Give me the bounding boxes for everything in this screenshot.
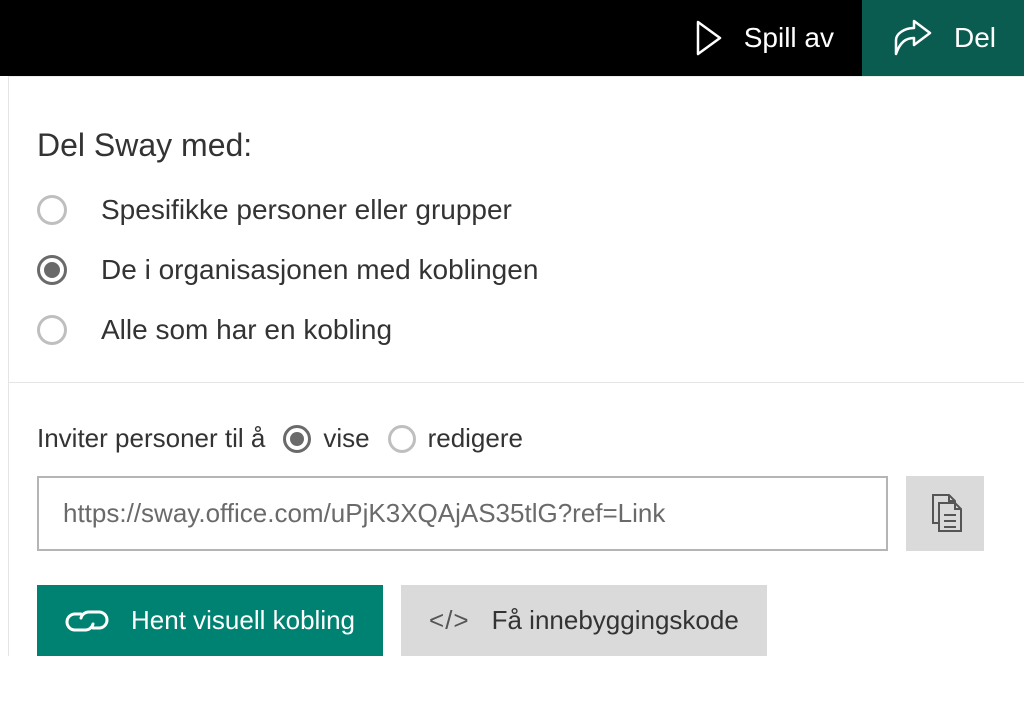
visual-link-label: Hent visuell kobling [131, 605, 355, 636]
share-link-input[interactable] [37, 476, 888, 551]
share-with-radio-group: Spesifikke personer eller grupper De i o… [37, 194, 1024, 346]
share-panel: Del Sway med: Spesifikke personer eller … [8, 76, 1024, 656]
radio-icon [388, 425, 416, 453]
share-arrow-icon [890, 18, 934, 58]
permission-view[interactable]: vise [283, 423, 369, 454]
topbar: Spill av Del [0, 0, 1024, 76]
radio-option-specific[interactable]: Spesifikke personer eller grupper [37, 194, 1024, 226]
permission-row: Inviter personer til å vise redigere [37, 423, 1024, 454]
action-row: Hent visuell kobling </> Få innebyggings… [37, 585, 1024, 656]
copy-link-button[interactable] [906, 476, 984, 551]
code-icon: </> [429, 605, 470, 636]
share-panel-title: Del Sway med: [37, 127, 1024, 164]
permission-edit[interactable]: redigere [388, 423, 523, 454]
radio-label: Alle som har en kobling [101, 314, 392, 346]
permission-edit-label: redigere [428, 423, 523, 454]
radio-option-org[interactable]: De i organisasjonen med koblingen [37, 254, 1024, 286]
play-button-label: Spill av [744, 22, 834, 54]
radio-option-anyone[interactable]: Alle som har en kobling [37, 314, 1024, 346]
permission-view-label: vise [323, 423, 369, 454]
link-row [37, 476, 1024, 551]
embed-code-label: Få innebyggingskode [492, 605, 739, 636]
play-icon [694, 18, 724, 58]
radio-icon [37, 255, 67, 285]
radio-icon [37, 195, 67, 225]
share-button-label: Del [954, 22, 996, 54]
link-icon [65, 606, 109, 636]
radio-label: Spesifikke personer eller grupper [101, 194, 512, 226]
copy-icon [925, 491, 965, 537]
radio-icon [37, 315, 67, 345]
visual-link-button[interactable]: Hent visuell kobling [37, 585, 383, 656]
invite-prefix: Inviter personer til å [37, 423, 265, 454]
embed-code-button[interactable]: </> Få innebyggingskode [401, 585, 767, 656]
share-button[interactable]: Del [862, 0, 1024, 76]
play-button[interactable]: Spill av [666, 0, 862, 76]
radio-label: De i organisasjonen med koblingen [101, 254, 538, 286]
radio-icon [283, 425, 311, 453]
divider [9, 382, 1024, 383]
